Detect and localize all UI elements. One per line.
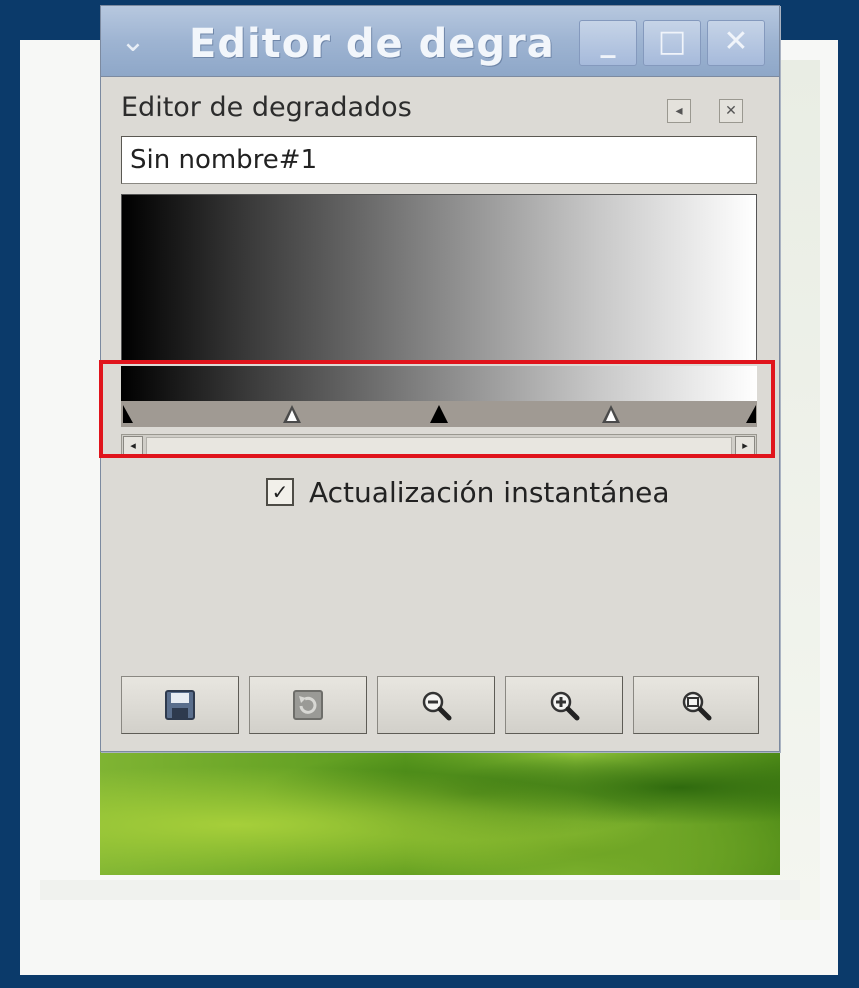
zoom-in-icon bbox=[550, 691, 580, 721]
background-frame bbox=[780, 60, 820, 920]
gradient-range-strip[interactable] bbox=[121, 366, 757, 401]
background-strip bbox=[40, 880, 800, 900]
close-button[interactable]: ✕ bbox=[707, 20, 765, 66]
gradient-editor-window: ⌄ Editor de degra _ □ ✕ Editor de degrad… bbox=[99, 5, 780, 752]
minimize-button[interactable]: _ bbox=[579, 20, 637, 66]
maximize-button[interactable]: □ bbox=[643, 20, 701, 66]
gradient-stop-right[interactable] bbox=[746, 405, 756, 423]
zoom-out-button[interactable] bbox=[377, 676, 495, 734]
gradient-midpoint-2[interactable] bbox=[602, 405, 620, 423]
gradient-stop-left[interactable] bbox=[123, 405, 133, 423]
instant-update-label: Actualización instantánea bbox=[309, 476, 670, 509]
zoom-all-button[interactable] bbox=[633, 676, 759, 734]
window-titlebar[interactable]: ⌄ Editor de degra _ □ ✕ bbox=[101, 6, 779, 77]
window-title: Editor de degra bbox=[189, 21, 555, 67]
instant-update-checkbox[interactable]: ✓ bbox=[266, 478, 294, 506]
window-menu-icon[interactable]: ⌄ bbox=[115, 27, 151, 57]
scrollbar-thumb[interactable] bbox=[146, 437, 732, 455]
horizontal-scrollbar[interactable]: ◂ ▸ bbox=[121, 434, 757, 458]
gradient-name-input[interactable] bbox=[121, 136, 757, 184]
revert-icon bbox=[293, 690, 323, 720]
scroll-left-icon[interactable]: ◂ bbox=[123, 436, 143, 456]
gradient-stop-center[interactable] bbox=[430, 405, 448, 423]
dock-title: Editor de degradados bbox=[121, 92, 412, 123]
save-button[interactable] bbox=[121, 676, 239, 734]
gradient-toolbar bbox=[121, 676, 759, 734]
scroll-right-icon[interactable]: ▸ bbox=[735, 436, 755, 456]
background-foliage-image bbox=[100, 750, 780, 875]
gradient-preview[interactable] bbox=[121, 194, 757, 364]
revert-button[interactable] bbox=[249, 676, 367, 734]
gradient-stop-bar[interactable] bbox=[121, 401, 757, 427]
gradient-midpoint-1[interactable] bbox=[283, 405, 301, 423]
zoom-in-button[interactable] bbox=[505, 676, 623, 734]
zoom-out-icon bbox=[422, 691, 452, 721]
zoom-all-icon bbox=[682, 691, 712, 721]
save-icon bbox=[165, 690, 195, 720]
dock-close-icon[interactable]: ✕ bbox=[719, 99, 743, 123]
dock-menu-icon[interactable]: ◂ bbox=[667, 99, 691, 123]
